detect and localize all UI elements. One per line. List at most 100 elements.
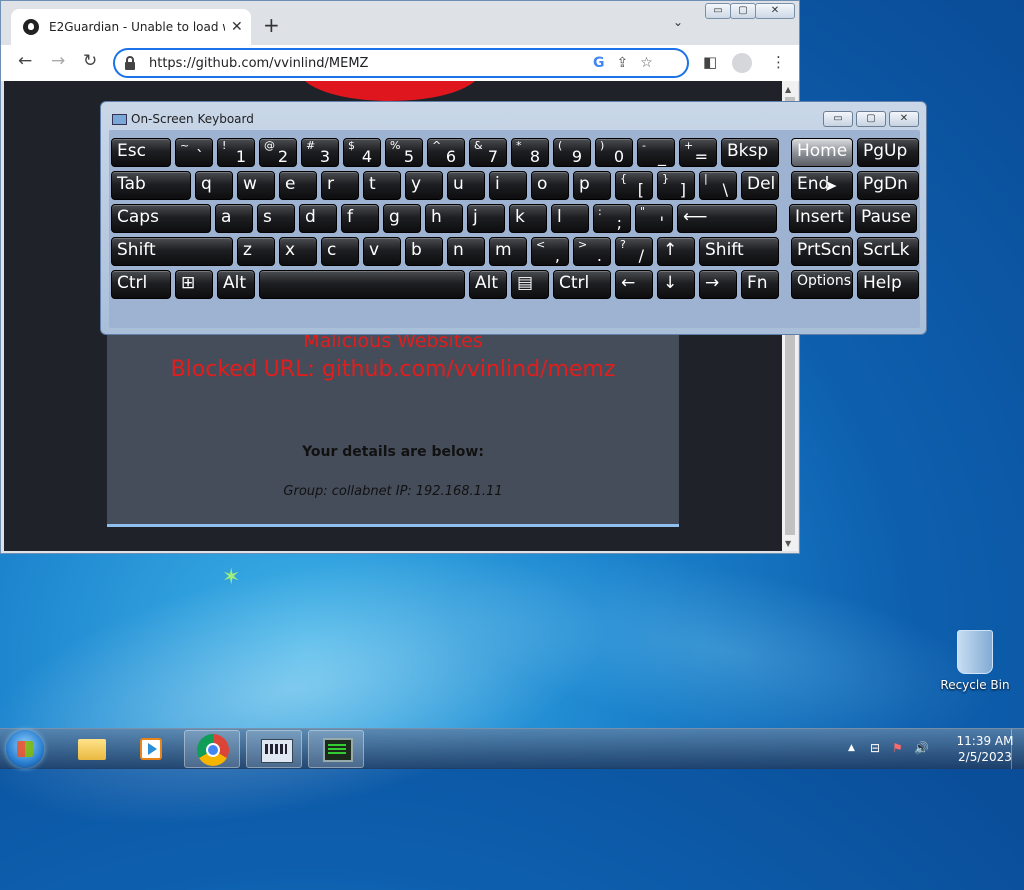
- osk-close-button[interactable]: ✕: [889, 111, 919, 127]
- share-icon[interactable]: ⇪: [617, 55, 629, 71]
- tab-e2guardian[interactable]: E2Guardian - Unable to load web ✕: [11, 9, 251, 45]
- key-[interactable]: ⟵: [677, 204, 777, 233]
- key-v[interactable]: v: [363, 237, 401, 266]
- key-[interactable]: ? /: [615, 237, 653, 266]
- scroll-up-icon[interactable]: ▲: [785, 85, 791, 94]
- key-[interactable]: }]: [657, 171, 695, 200]
- taskbar-explorer[interactable]: [62, 730, 118, 768]
- key-end[interactable]: End: [791, 171, 853, 200]
- key-a[interactable]: a: [215, 204, 253, 233]
- key-g[interactable]: g: [383, 204, 421, 233]
- key-[interactable]: ~ `: [175, 138, 213, 167]
- key-esc[interactable]: Esc: [111, 138, 171, 167]
- side-panel-icon[interactable]: ◧: [703, 53, 717, 71]
- key-[interactable]: | \: [699, 171, 737, 200]
- key-b[interactable]: b: [405, 237, 443, 266]
- key-help[interactable]: Help: [857, 270, 919, 299]
- key-[interactable]: ⊞: [175, 270, 213, 299]
- maximize-button[interactable]: ▢: [730, 3, 756, 19]
- key-options[interactable]: Options: [791, 270, 853, 299]
- osk-minimize-button[interactable]: ▭: [823, 111, 853, 127]
- key-f[interactable]: f: [341, 204, 379, 233]
- key-j[interactable]: j: [467, 204, 505, 233]
- osk-restore-button[interactable]: ▢: [856, 111, 886, 127]
- key-z[interactable]: z: [237, 237, 275, 266]
- key-ctrl[interactable]: Ctrl: [111, 270, 171, 299]
- scroll-down-icon[interactable]: ▼: [785, 539, 791, 548]
- key-h[interactable]: h: [425, 204, 463, 233]
- key-n[interactable]: n: [447, 237, 485, 266]
- key-t[interactable]: t: [363, 171, 401, 200]
- key-o[interactable]: o: [531, 171, 569, 200]
- key-[interactable]: + =: [679, 138, 717, 167]
- profile-avatar-icon[interactable]: [732, 53, 752, 73]
- key-alt[interactable]: Alt: [217, 270, 255, 299]
- key-pgup[interactable]: PgUp: [857, 138, 919, 167]
- key-x[interactable]: x: [279, 237, 317, 266]
- key-w[interactable]: w: [237, 171, 275, 200]
- key-[interactable]: ↓: [657, 270, 695, 299]
- key-caps[interactable]: Caps: [111, 204, 211, 233]
- key-9[interactable]: (9: [553, 138, 591, 167]
- taskbar-media-player[interactable]: [122, 730, 178, 768]
- key-del[interactable]: Del: [741, 171, 779, 200]
- key-scrlk[interactable]: ScrLk: [857, 237, 919, 266]
- key-shift[interactable]: Shift: [699, 237, 779, 266]
- tab-search-chevron-icon[interactable]: ⌄: [673, 15, 683, 29]
- google-lens-icon[interactable]: G: [593, 55, 605, 71]
- minimize-button[interactable]: ▭: [705, 3, 731, 19]
- taskbar-on-screen-keyboard[interactable]: [246, 730, 302, 768]
- key-8[interactable]: * 8: [511, 138, 549, 167]
- taskbar-chrome[interactable]: [184, 730, 240, 768]
- key-tab[interactable]: Tab: [111, 171, 191, 200]
- key-7[interactable]: & 7: [469, 138, 507, 167]
- key-0[interactable]: ) 0: [595, 138, 633, 167]
- url-input[interactable]: [147, 54, 581, 72]
- key-ctrl[interactable]: Ctrl: [553, 270, 611, 299]
- recycle-bin[interactable]: Recycle Bin: [940, 630, 1010, 692]
- volume-icon[interactable]: 🔊: [914, 741, 929, 755]
- key-r[interactable]: r: [321, 171, 359, 200]
- close-button[interactable]: ✕: [755, 3, 795, 19]
- key-m[interactable]: m: [489, 237, 527, 266]
- key-insert[interactable]: Insert: [789, 204, 851, 233]
- key-y[interactable]: y: [405, 171, 443, 200]
- forward-arrow-icon[interactable]: →: [51, 51, 65, 71]
- key-5[interactable]: % 5: [385, 138, 423, 167]
- key-s[interactable]: s: [257, 204, 295, 233]
- key-i[interactable]: i: [489, 171, 527, 200]
- network-icon[interactable]: ⊟: [870, 741, 880, 755]
- key-[interactable]: ↑: [657, 237, 695, 266]
- key-pause[interactable]: Pause: [855, 204, 917, 233]
- key-[interactable]: {[: [615, 171, 653, 200]
- key-[interactable]: " ': [635, 204, 673, 233]
- key-home[interactable]: Home: [791, 138, 853, 167]
- show-desktop-button[interactable]: [1011, 729, 1024, 769]
- key-d[interactable]: d: [299, 204, 337, 233]
- start-button[interactable]: [6, 730, 44, 768]
- tab-close-icon[interactable]: ✕: [231, 19, 243, 35]
- key-3[interactable]: #3: [301, 138, 339, 167]
- taskbar-terminal[interactable]: [308, 730, 364, 768]
- tray-arrow-icon[interactable]: ▲: [848, 743, 855, 753]
- key-e[interactable]: e: [279, 171, 317, 200]
- key-[interactable]: <,: [531, 237, 569, 266]
- key-[interactable]: - _: [637, 138, 675, 167]
- key-q[interactable]: q: [195, 171, 233, 200]
- key-fn[interactable]: Fn: [741, 270, 779, 299]
- new-tab-button[interactable]: +: [263, 13, 280, 37]
- key-pgdn[interactable]: PgDn: [857, 171, 919, 200]
- key-u[interactable]: u: [447, 171, 485, 200]
- key-6[interactable]: ^ 6: [427, 138, 465, 167]
- key-[interactable]: :;: [593, 204, 631, 233]
- key-1[interactable]: ! 1: [217, 138, 255, 167]
- menu-dots-icon[interactable]: ⋮: [771, 53, 786, 71]
- bookmark-star-icon[interactable]: ☆: [640, 55, 653, 71]
- key-[interactable]: ←: [615, 270, 653, 299]
- key-l[interactable]: l: [551, 204, 589, 233]
- key-c[interactable]: c: [321, 237, 359, 266]
- action-center-icon[interactable]: ⚑: [892, 741, 903, 755]
- reload-icon[interactable]: ↻: [83, 51, 97, 71]
- key-bksp[interactable]: Bksp: [721, 138, 779, 167]
- key-[interactable]: >.: [573, 237, 611, 266]
